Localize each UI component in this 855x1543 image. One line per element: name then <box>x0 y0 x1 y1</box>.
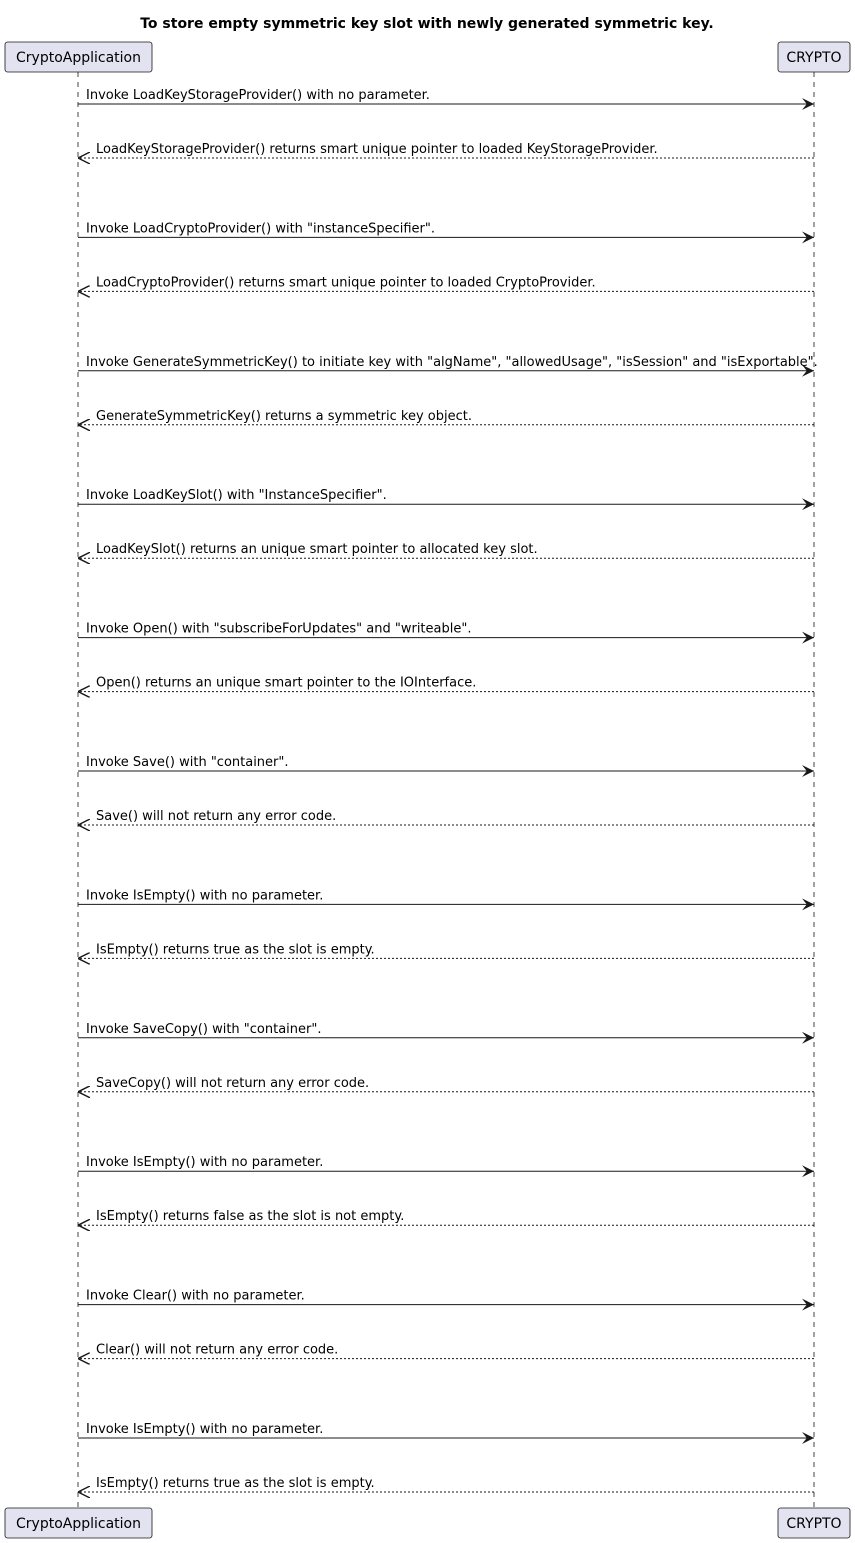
return-message: Open() returns an unique smart pointer t… <box>78 676 814 692</box>
call-message: Invoke IsEmpty() with no parameter. <box>78 1155 814 1178</box>
diagram-title: To store empty symmetric key slot with n… <box>140 16 714 32</box>
call-message: Invoke Open() with "subscribeForUpdates"… <box>78 622 814 644</box>
call-message: Invoke Clear() with no parameter. <box>78 1289 814 1311</box>
participant-label: CryptoApplication <box>16 50 141 66</box>
participant-crypto-application-bottom: CryptoApplication <box>4 1507 153 1539</box>
participant-label: CryptoApplication <box>16 1516 141 1532</box>
return-message: LoadKeyStorageProvider() returns smart u… <box>78 142 814 158</box>
call-message: Invoke LoadKeyStorageProvider() with no … <box>78 88 814 110</box>
message-label: Invoke Open() with "subscribeForUpdates"… <box>86 622 471 637</box>
message-label: LoadCryptoProvider() returns smart uniqu… <box>96 275 596 290</box>
participant-label: CRYPTO <box>786 50 841 66</box>
message-list: Invoke LoadKeyStorageProvider() with no … <box>78 88 818 1492</box>
call-message: Invoke LoadKeySlot() with "InstanceSpeci… <box>78 488 814 511</box>
participant-label: CRYPTO <box>786 1516 841 1532</box>
return-message: Clear() will not return any error code. <box>78 1343 814 1359</box>
call-message: Invoke Save() with "container". <box>78 755 814 777</box>
call-message: Invoke IsEmpty() with no parameter. <box>78 888 814 911</box>
message-label: Invoke IsEmpty() with no parameter. <box>86 1155 323 1170</box>
return-message: IsEmpty() returns true as the slot is em… <box>78 942 814 958</box>
message-label: IsEmpty() returns true as the slot is em… <box>96 1476 375 1491</box>
message-label: Open() returns an unique smart pointer t… <box>96 676 476 691</box>
message-label: Invoke SaveCopy() with "container". <box>86 1022 321 1037</box>
message-label: LoadKeySlot() returns an unique smart po… <box>96 542 538 557</box>
message-label: Invoke Clear() with no parameter. <box>86 1289 305 1304</box>
message-label: Invoke LoadKeyStorageProvider() with no … <box>86 88 430 103</box>
return-message: LoadCryptoProvider() returns smart uniqu… <box>78 275 814 291</box>
call-message: Invoke LoadCryptoProvider() with "instan… <box>78 221 814 244</box>
message-label: Clear() will not return any error code. <box>96 1343 338 1358</box>
message-label: LoadKeyStorageProvider() returns smart u… <box>96 142 658 157</box>
message-label: GenerateSymmetricKey() returns a symmetr… <box>96 409 472 424</box>
call-message: Invoke GenerateSymmetricKey() to initiat… <box>78 355 818 377</box>
message-label: IsEmpty() returns false as the slot is n… <box>96 1209 404 1224</box>
return-message: SaveCopy() will not return any error cod… <box>78 1076 814 1092</box>
return-message: LoadKeySlot() returns an unique smart po… <box>78 542 814 558</box>
message-label: Invoke IsEmpty() with no parameter. <box>86 1422 323 1437</box>
return-message: GenerateSymmetricKey() returns a symmetr… <box>78 409 814 425</box>
sequence-diagram: To store empty symmetric key slot with n… <box>4 16 851 1539</box>
call-message: Invoke IsEmpty() with no parameter. <box>78 1422 814 1444</box>
message-label: Invoke IsEmpty() with no parameter. <box>86 888 323 903</box>
message-label: Invoke LoadKeySlot() with "InstanceSpeci… <box>86 488 387 503</box>
call-message: Invoke SaveCopy() with "container". <box>78 1022 814 1044</box>
return-message: IsEmpty() returns true as the slot is em… <box>78 1476 814 1492</box>
participant-crypto-top: CRYPTO <box>777 41 851 73</box>
return-message: IsEmpty() returns false as the slot is n… <box>78 1209 814 1225</box>
message-label: IsEmpty() returns true as the slot is em… <box>96 942 375 957</box>
message-label: Invoke LoadCryptoProvider() with "instan… <box>86 221 435 236</box>
participant-crypto-bottom: CRYPTO <box>777 1507 851 1539</box>
return-message: Save() will not return any error code. <box>78 809 814 825</box>
message-label: Save() will not return any error code. <box>96 809 336 824</box>
message-label: Invoke Save() with "container". <box>86 755 289 770</box>
participant-crypto-application-top: CryptoApplication <box>4 41 153 73</box>
message-label: SaveCopy() will not return any error cod… <box>96 1076 369 1091</box>
message-label: Invoke GenerateSymmetricKey() to initiat… <box>86 355 818 370</box>
